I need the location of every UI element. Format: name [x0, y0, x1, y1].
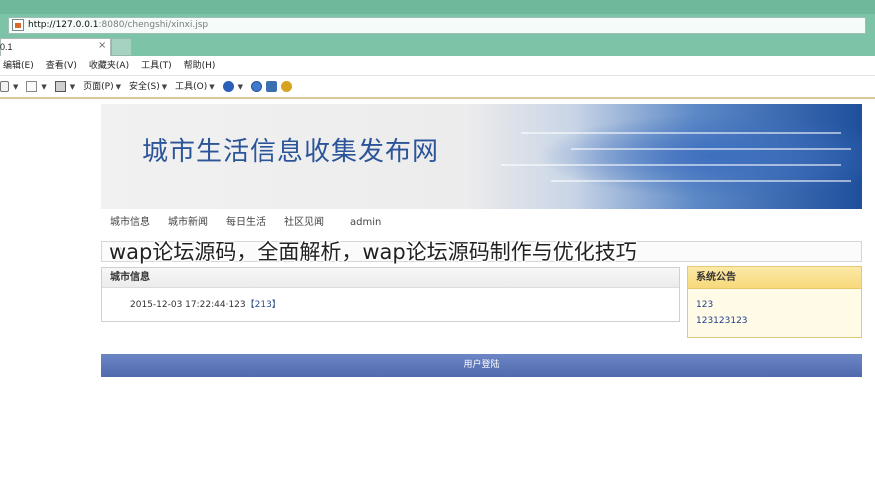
nav-city-info[interactable]: 城市信息: [110, 216, 150, 230]
chevron-down-icon[interactable]: ▼: [13, 83, 18, 91]
banner-streak: [571, 148, 851, 150]
page-menu-button[interactable]: 页面(P): [83, 81, 113, 93]
overlay-caption: wap论坛源码，全面解析，wap论坛源码制作与优化技巧: [109, 240, 637, 264]
command-bar: ▼ ▼ ▼ 页面(P) ▼ 安全(S) ▼ 工具(O) ▼ ▼: [0, 76, 875, 99]
url-path: :8080/chengshi/xinxi.jsp: [98, 20, 209, 30]
menu-edit[interactable]: 编辑(E): [3, 60, 34, 72]
new-tab-button[interactable]: [111, 38, 132, 56]
list-item[interactable]: 2015-12-03 17:22:44·123【213】: [130, 299, 281, 312]
menu-help[interactable]: 帮助(H): [184, 60, 216, 72]
chevron-down-icon[interactable]: ▼: [209, 83, 214, 91]
notice-panel-title: 系统公告: [696, 272, 736, 283]
chevron-down-icon[interactable]: ▼: [116, 83, 121, 91]
bulb-icon[interactable]: [281, 81, 293, 92]
banner-streak: [501, 164, 841, 166]
url-host: http://127.0.0.1: [28, 20, 99, 30]
research-icon[interactable]: [266, 81, 278, 92]
print-icon[interactable]: [54, 81, 66, 92]
nav-daily-life[interactable]: 每日生活: [226, 216, 266, 230]
globe-icon[interactable]: [251, 81, 263, 92]
tab-label: 0.1: [0, 42, 13, 52]
banner-streak: [521, 132, 841, 134]
site-nav: 城市信息 城市新闻 每日生活 社区见闻 admin: [101, 212, 862, 234]
mail-icon[interactable]: [26, 81, 38, 92]
chevron-down-icon[interactable]: ▼: [238, 83, 243, 91]
login-label: 用户登陆: [463, 360, 500, 370]
tab-active[interactable]: [0, 38, 111, 56]
chevron-down-icon[interactable]: ▼: [70, 83, 75, 91]
nav-community[interactable]: 社区见闻: [284, 216, 324, 230]
banner-title: 城市生活信息收集发布网: [142, 137, 440, 167]
notice-item[interactable]: 123: [696, 299, 713, 312]
city-info-panel-title: 城市信息: [110, 272, 150, 283]
url-text[interactable]: http://127.0.0.1:8080/chengshi/xinxi.jsp: [28, 19, 208, 32]
menu-view[interactable]: 查看(V): [46, 60, 77, 72]
page-icon: [12, 19, 24, 31]
chevron-down-icon[interactable]: ▼: [41, 83, 46, 91]
safety-menu-button[interactable]: 安全(S): [129, 81, 160, 93]
nav-city-news[interactable]: 城市新闻: [168, 216, 208, 230]
menu-favorites[interactable]: 收藏夹(A): [89, 60, 129, 72]
tab-close-icon[interactable]: ×: [98, 40, 106, 52]
menu-tools[interactable]: 工具(T): [141, 60, 172, 72]
notice-item[interactable]: 123123123: [696, 315, 748, 328]
login-bar-label: 用户登陆: [0, 359, 875, 372]
tools-menu-button[interactable]: 工具(O): [175, 81, 207, 93]
chevron-down-icon[interactable]: ▼: [162, 83, 167, 91]
nav-admin-user[interactable]: admin: [350, 216, 381, 230]
info-entry-link[interactable]: 【213】: [246, 300, 281, 310]
banner-streak: [551, 180, 851, 182]
window-titlebar: [0, 0, 875, 14]
menu-bar: 编辑(E) 查看(V) 收藏夹(A) 工具(T) 帮助(H): [0, 56, 875, 76]
help-icon[interactable]: [222, 81, 234, 92]
rss-icon[interactable]: [0, 81, 9, 92]
info-entry-time: 2015-12-03 17:22:44·123: [130, 300, 246, 310]
city-info-panel-header: [102, 268, 679, 288]
